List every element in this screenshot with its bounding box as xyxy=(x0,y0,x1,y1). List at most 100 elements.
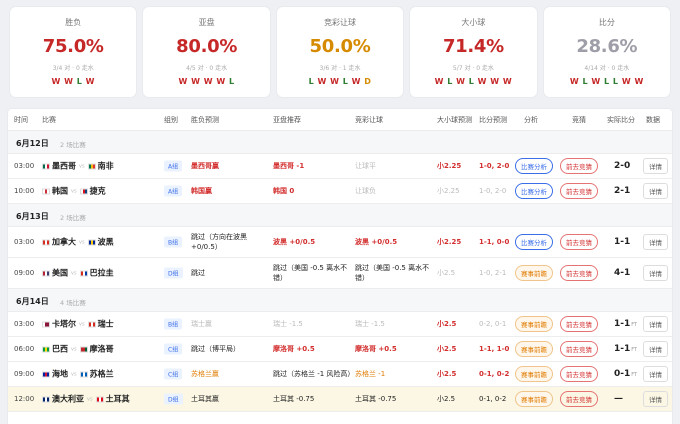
flag-icon xyxy=(87,321,96,327)
col-time: 时间 xyxy=(14,115,28,124)
stat-sequence: W L W L W W W xyxy=(410,77,536,86)
score-prediction: 0-1, 0-2 xyxy=(479,395,507,403)
ft-label: FT xyxy=(631,322,638,328)
flag-icon xyxy=(42,396,50,402)
quiz-button[interactable]: 前去竞猜 xyxy=(560,391,598,407)
stat-percent: 71.4% xyxy=(442,36,504,57)
details-button[interactable]: 详情 xyxy=(643,366,668,382)
date-group-header: 6月13日 2 场比赛 xyxy=(8,204,672,227)
actual-score-value: 1-1 xyxy=(614,344,631,354)
group-label: D组 xyxy=(164,393,183,405)
details-button[interactable]: 详情 xyxy=(643,265,668,281)
sequence-letter: W xyxy=(634,77,644,86)
details-button[interactable]: 详情 xyxy=(643,391,668,407)
actual-score: — xyxy=(614,394,624,404)
over-under-prediction: 小2.5 xyxy=(437,370,457,378)
actual-score-value: 2-0 xyxy=(614,161,631,171)
sequence-letter: W xyxy=(64,77,74,86)
quiz-button[interactable]: 前去竞猜 xyxy=(560,341,598,357)
sequence-letter: W xyxy=(191,77,201,86)
analysis-button[interactable]: 比赛分析 xyxy=(515,158,553,174)
result-prediction: 韩国赢 xyxy=(191,187,212,195)
analysis-button[interactable]: 赛事前瞻 xyxy=(515,391,553,407)
analysis-button[interactable]: 赛事前瞻 xyxy=(515,366,553,382)
sequence-letter: L xyxy=(229,77,235,86)
date-label: 6月12日 xyxy=(16,139,49,148)
group-badge: B组 xyxy=(164,318,183,330)
flag-icon xyxy=(42,163,50,169)
sequence-letter: W xyxy=(569,77,580,86)
details-button[interactable]: 详情 xyxy=(643,234,668,250)
flag-icon xyxy=(79,371,88,377)
stat-card-asian: 亚盘 80.0% 4/5 对 · 0 走水 W W W W L xyxy=(143,7,270,97)
actual-score: 4-1 xyxy=(614,268,631,278)
group-label: C组 xyxy=(164,343,183,355)
stat-sub: 4/5 对 · 0 走水 xyxy=(186,65,228,72)
vs-label: vs xyxy=(71,346,77,352)
result-prediction: 土耳其赢 xyxy=(191,395,219,403)
stat-percent: 50.0% xyxy=(309,36,371,57)
over-under-prediction: 小2.25 xyxy=(437,162,462,170)
quiz-button[interactable]: 前去竞猜 xyxy=(560,183,598,199)
match-teams: 美国 vs 巴拉圭 xyxy=(42,268,114,279)
match-time: 03:00 xyxy=(14,162,35,170)
group-label: A组 xyxy=(164,185,183,197)
details-button[interactable]: 详情 xyxy=(643,183,668,199)
match-teams: 澳大利亚 vs 土耳其 xyxy=(42,394,130,405)
match-teams: 加拿大 vs 波黑 xyxy=(42,237,114,248)
quiz-button[interactable]: 前去竞猜 xyxy=(560,316,598,332)
sequence-letter: W xyxy=(216,77,226,86)
sequence-letter: L xyxy=(447,77,453,86)
analysis-button[interactable]: 赛事前瞻 xyxy=(515,341,553,357)
analysis-button[interactable]: 比赛分析 xyxy=(515,234,553,250)
away-team: 波黑 xyxy=(97,237,114,247)
details-button[interactable]: 详情 xyxy=(643,158,668,174)
match-time: 06:00 xyxy=(14,345,35,353)
group-label: A组 xyxy=(164,160,183,172)
vs-label: vs xyxy=(79,321,85,327)
result-prediction: 苏格兰赢 xyxy=(191,370,219,378)
actual-score-value: 1-1 xyxy=(614,319,631,329)
table-row: 03:00 墨西哥 vs 南非 A组 墨西哥赢 墨西哥 -1 让球平 小2.25 1-0, 2-0… xyxy=(8,154,672,179)
stat-percent: 28.6% xyxy=(576,36,638,57)
quiz-button[interactable]: 前去竞猜 xyxy=(560,234,598,250)
actual-score-value: 0-1 xyxy=(614,369,631,379)
stat-percent: 80.0% xyxy=(176,36,238,57)
match-count: 2 场比赛 xyxy=(60,214,86,222)
group-badge: C组 xyxy=(164,368,183,380)
over-under-prediction: 小2.5 xyxy=(437,395,456,403)
match-time: 12:00 xyxy=(14,395,35,403)
flag-icon xyxy=(87,239,96,245)
result-prediction: 跳过（方向在波黑+0/0.5） xyxy=(191,233,247,251)
details-button[interactable]: 详情 xyxy=(643,316,668,332)
match-count: 2 场比赛 xyxy=(60,141,86,149)
asian-recommendation: 瑞士 -1.5 xyxy=(273,320,303,328)
analysis-button[interactable]: 赛事前瞻 xyxy=(515,316,553,332)
col-group: 组别 xyxy=(164,115,178,124)
quiz-button[interactable]: 前去竞猜 xyxy=(560,265,598,281)
table-header: 时间 比赛 组别 胜负预测 亚盘推荐 竞彩让球 大小球预测 比分预测 分析 竞猜… xyxy=(8,109,672,131)
stat-label: 大小球 xyxy=(461,18,486,27)
stat-sequence: W L W L L W W xyxy=(544,77,670,86)
details-button[interactable]: 详情 xyxy=(643,341,668,357)
group-badge: C组 xyxy=(164,343,183,355)
home-team: 巴西 xyxy=(52,344,68,354)
flag-icon xyxy=(87,163,96,169)
table-row: 10:00 韩国 vs 捷克 A组 韩国赢 韩国 0 让球负 小2.25 1-0, 2-0 比赛分析… xyxy=(8,179,672,204)
stat-sequence: W W W W L xyxy=(143,77,269,86)
quiz-button[interactable]: 前去竞猜 xyxy=(560,366,598,382)
asian-recommendation: 跳过（美国 -0.5 离水不错） xyxy=(273,264,348,282)
analysis-button[interactable]: 比赛分析 xyxy=(515,183,553,199)
stat-sub: 3/4 对 · 0 走水 xyxy=(52,65,94,72)
sequence-letter: W xyxy=(591,77,601,86)
over-under-prediction: 小2.5 xyxy=(437,345,457,353)
vs-label: vs xyxy=(71,371,77,377)
analysis-button[interactable]: 赛事前瞻 xyxy=(515,265,553,281)
quiz-button[interactable]: 前去竞猜 xyxy=(560,158,598,174)
home-team: 澳大利亚 xyxy=(52,394,84,404)
vs-label: vs xyxy=(71,270,77,276)
sequence-letter: L xyxy=(308,77,315,86)
actual-score: 1-1 xyxy=(614,237,631,247)
match-teams: 韩国 vs 捷克 xyxy=(42,186,106,197)
sequence-letter: L xyxy=(76,77,83,86)
